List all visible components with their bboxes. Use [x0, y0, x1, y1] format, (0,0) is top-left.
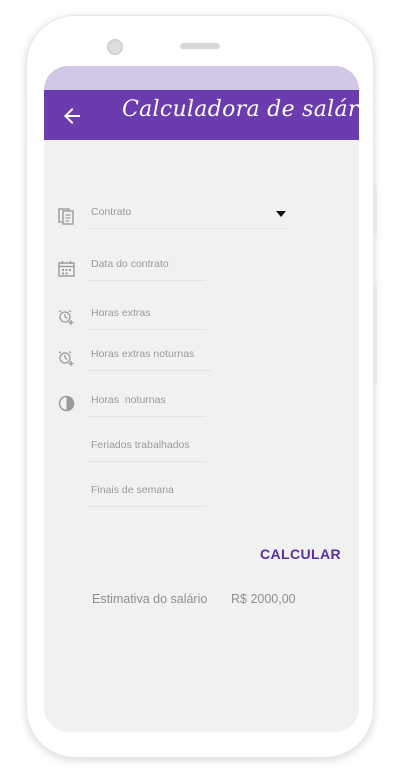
contract-dropdown-label: Contrato — [91, 206, 132, 218]
contract-date-input[interactable]: Data do contrato — [88, 254, 206, 281]
night-overtime-input[interactable]: Horas extras noturnas — [88, 344, 212, 371]
weekends-placeholder: Finais de semana — [91, 484, 174, 496]
alarm-add-icon — [58, 309, 75, 326]
contract-date-row: Data do contrato — [44, 254, 359, 294]
app-bar: Calculadora de salários — [44, 90, 359, 140]
holidays-placeholder: Feriados trabalhados — [91, 439, 190, 451]
power-button — [373, 185, 377, 235]
overtime-placeholder: Horas extras — [91, 307, 151, 319]
volume-button — [373, 285, 377, 385]
contract-dropdown[interactable]: Contrato — [88, 202, 286, 229]
night-overtime-placeholder: Horas extras noturnas — [91, 348, 195, 360]
front-camera — [107, 39, 123, 55]
page-title: Calculadora de salários — [122, 97, 359, 122]
contract-date-placeholder: Data do contrato — [91, 258, 169, 270]
night-hours-row: Horas noturnas — [44, 390, 359, 430]
app-screen: Calculadora de salários Contrato Data do… — [44, 66, 359, 732]
night-overtime-row: Horas extras noturnas — [44, 344, 359, 384]
alarm-add-icon — [58, 350, 75, 367]
weekends-input[interactable]: Finais de semana — [88, 480, 206, 507]
overtime-row: Horas extras — [44, 303, 359, 343]
overtime-input[interactable]: Horas extras — [88, 303, 206, 330]
back-arrow-icon[interactable] — [60, 104, 84, 128]
salary-estimate-label: Estimativa do salário — [92, 592, 208, 606]
status-bar — [44, 66, 359, 90]
salary-estimate-value: R$ 2000,00 — [231, 592, 296, 606]
contract-row: Contrato — [44, 202, 359, 242]
holidays-row: Feriados trabalhados — [44, 435, 359, 475]
night-hours-input[interactable]: Horas noturnas — [88, 390, 206, 417]
holidays-input[interactable]: Feriados trabalhados — [88, 435, 206, 462]
calendar-icon — [58, 260, 75, 277]
pie-chart-icon — [58, 395, 75, 412]
document-icon — [58, 208, 75, 225]
chevron-down-icon[interactable] — [276, 211, 286, 217]
night-hours-placeholder: Horas noturnas — [91, 394, 166, 406]
weekends-row: Finais de semana — [44, 480, 359, 520]
earpiece-speaker — [180, 43, 220, 49]
calculate-button[interactable]: CALCULAR — [260, 546, 341, 562]
